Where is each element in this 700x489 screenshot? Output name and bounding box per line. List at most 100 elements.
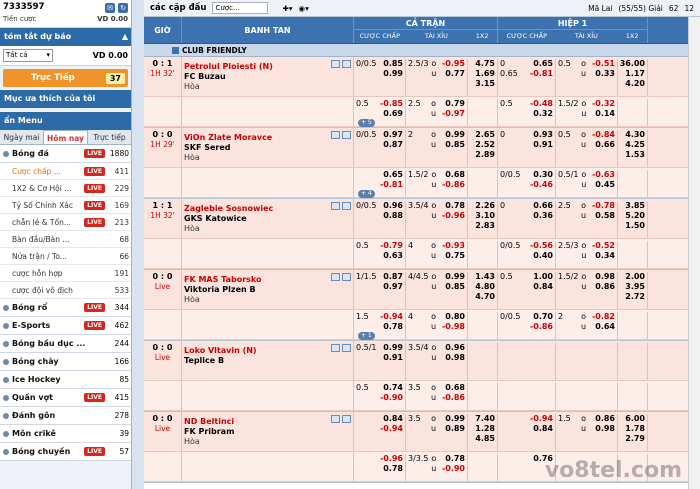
odds-value[interactable]: 2.00 <box>618 272 645 282</box>
odds-value[interactable]: 2.52 <box>468 140 495 150</box>
odds-value[interactable]: 0.87 <box>378 140 403 150</box>
more-markets-button[interactable]: + 4 <box>358 190 375 198</box>
odds-value[interactable]: 0.84 <box>524 424 553 434</box>
odds-value[interactable]: -0.95 <box>440 59 465 69</box>
odds-value[interactable]: 0.32 <box>524 109 553 119</box>
odds-value[interactable]: -0.63 <box>590 170 615 180</box>
odds-value[interactable]: 0.99 <box>378 343 403 353</box>
odds-value[interactable]: 2.83 <box>468 221 495 231</box>
odds-value[interactable]: 4.70 <box>468 292 495 302</box>
odds-value[interactable]: -0.94 <box>378 424 403 434</box>
odds-value[interactable]: -0.78 <box>589 201 615 211</box>
odds-value[interactable]: 0.68 <box>440 170 465 180</box>
football-sub-item[interactable]: cược đội vô địch 533 <box>0 282 131 299</box>
odds-value[interactable]: 1.28 <box>468 424 495 434</box>
refresh-icon[interactable]: ↻ <box>118 3 128 13</box>
odds-value[interactable]: 0.69 <box>378 109 403 119</box>
league-collapse-icon[interactable] <box>172 46 179 54</box>
odds-icon[interactable]: ◉▾ <box>299 4 309 13</box>
tab-tomorrow[interactable]: Ngày mai <box>0 130 43 144</box>
away-team[interactable]: Viktoria Plzen B <box>184 285 353 295</box>
odds-value[interactable]: 2.26 <box>468 201 495 211</box>
odds-value[interactable]: 0.86 <box>589 414 615 424</box>
home-team[interactable]: Loko Vltavin (N) <box>184 346 353 356</box>
odds-value[interactable]: -0.90 <box>440 464 465 474</box>
odds-value[interactable]: 0.64 <box>589 322 615 332</box>
odds-value[interactable]: 3.85 <box>618 201 645 211</box>
odds-value[interactable]: 0.99 <box>440 272 465 282</box>
odds-value[interactable]: 0.96 <box>378 201 403 211</box>
odds-value[interactable]: 0.78 <box>440 201 465 211</box>
odds-value[interactable]: -0.85 <box>378 99 403 109</box>
odds-value[interactable]: -0.84 <box>589 130 615 140</box>
collapse-icon[interactable]: ▲ <box>122 28 128 46</box>
odds-value[interactable]: 0.75 <box>439 251 465 261</box>
odds-value[interactable]: -0.86 <box>440 180 465 190</box>
odds-value[interactable]: 0.89 <box>439 424 465 434</box>
odds-value[interactable]: 1.00 <box>524 272 553 282</box>
away-team[interactable]: FC Buzau <box>184 72 353 82</box>
odds-value[interactable]: 0.96 <box>440 343 465 353</box>
odds-value[interactable]: 4.25 <box>618 140 645 150</box>
odds-value[interactable]: 0.66 <box>524 201 553 211</box>
odds-value[interactable]: 6.00 <box>618 414 645 424</box>
odds-value[interactable]: 2.89 <box>468 150 495 160</box>
tab-today[interactable]: Hôm nay <box>43 130 88 144</box>
odds-value[interactable]: 0.58 <box>589 211 615 221</box>
odds-value[interactable]: 0.86 <box>590 282 615 292</box>
odds-value[interactable]: 0.85 <box>439 140 465 150</box>
odds-value[interactable]: 2.65 <box>468 130 495 140</box>
odds-value[interactable]: -0.96 <box>440 211 465 221</box>
menu-header[interactable]: ẩn Menu <box>0 112 131 130</box>
odds-value[interactable]: 1.69 <box>468 69 495 79</box>
odds-value[interactable]: -0.51 <box>589 59 615 69</box>
star-icon[interactable] <box>342 273 351 281</box>
odds-value[interactable]: 0.78 <box>378 464 403 474</box>
odds-value[interactable]: 0.63 <box>378 251 403 261</box>
football-sub-item[interactable]: Cược chấp ... LIVE 411 <box>0 163 131 180</box>
odds-value[interactable]: 1.53 <box>618 150 645 160</box>
odds-value[interactable]: -0.81 <box>378 180 403 190</box>
odds-value[interactable]: 0.40 <box>524 251 553 261</box>
football-sub-item[interactable]: Bàn đầu/Bàn ... 68 <box>0 231 131 248</box>
odds-value[interactable]: 0.34 <box>590 251 615 261</box>
odds-value[interactable]: 4.30 <box>618 130 645 140</box>
odds-value[interactable]: 0.70 <box>524 312 553 322</box>
odds-value[interactable]: 3.95 <box>618 282 645 292</box>
odds-value[interactable]: 0.98 <box>590 272 615 282</box>
stats-icon[interactable] <box>331 131 340 139</box>
live-button[interactable]: Trực Tiếp 37 <box>3 69 128 87</box>
odds-value[interactable]: 0.79 <box>439 99 465 109</box>
league-count[interactable]: (55/55) Giải <box>618 4 662 13</box>
odds-value[interactable]: 0.74 <box>378 383 403 393</box>
odds-value[interactable]: 4.80 <box>468 282 495 292</box>
scrollbar[interactable] <box>688 17 700 489</box>
odds-value[interactable]: -0.46 <box>524 180 553 190</box>
odds-value[interactable]: 0.98 <box>440 353 465 363</box>
more-markets-button[interactable]: + 1 <box>358 332 375 340</box>
odds-value[interactable]: 0.30 <box>524 170 553 180</box>
odds-value[interactable]: 4.85 <box>468 434 495 444</box>
odds-value[interactable]: 0.97 <box>378 282 403 292</box>
football-sub-item[interactable]: 1X2 & Cơ Hội ... LIVE 229 <box>0 180 131 197</box>
stats-icon[interactable] <box>331 344 340 352</box>
star-icon[interactable] <box>342 344 351 352</box>
odds-value[interactable]: 0.93 <box>524 130 553 140</box>
football-sub-item[interactable]: Nửa trận / To... 66 <box>0 248 131 265</box>
football-sub-item[interactable]: cược hỗn hợp 191 <box>0 265 131 282</box>
stats-icon[interactable] <box>331 273 340 281</box>
odds-value[interactable]: 4.75 <box>468 59 495 69</box>
home-team[interactable]: ND Beltinci <box>184 417 353 427</box>
odds-value[interactable]: 0.66 <box>589 140 615 150</box>
odds-value[interactable]: -0.96 <box>378 454 403 464</box>
odds-value[interactable]: 0.85 <box>378 59 403 69</box>
odds-value[interactable]: 1.50 <box>618 221 645 231</box>
star-icon[interactable] <box>342 60 351 68</box>
odds-value[interactable]: 1.78 <box>618 424 645 434</box>
stats-icon[interactable] <box>331 202 340 210</box>
market-select[interactable]: Mã Lai <box>588 4 612 13</box>
odds-value[interactable]: -0.86 <box>524 322 553 332</box>
home-team[interactable]: FK MAS Taborsko <box>184 275 353 285</box>
odds-value[interactable]: 0.65 <box>524 59 553 69</box>
football-sub-item[interactable]: Tỷ Số Chính Xác LIVE 169 <box>0 197 131 214</box>
